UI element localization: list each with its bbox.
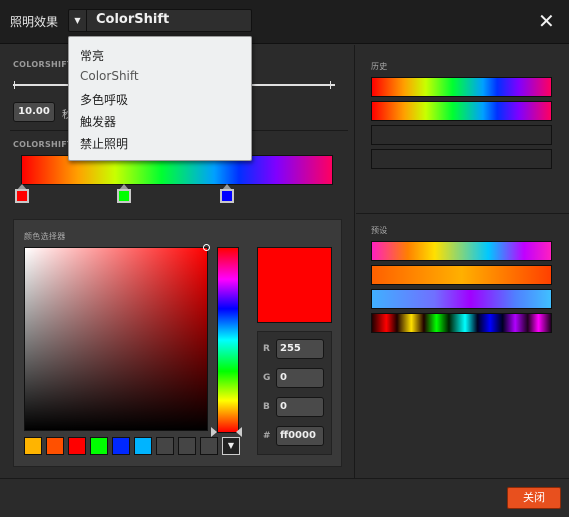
lighting-effect-title: 照明效果: [10, 15, 59, 29]
right-panel-divider: [356, 213, 569, 214]
history-slot-1[interactable]: [371, 77, 552, 97]
history-label: 历史: [371, 62, 388, 71]
blue-input[interactable]: 0: [276, 397, 324, 417]
menu-item-colorshift[interactable]: ColorShift: [80, 69, 139, 83]
colorshift-section-label: COLORSHIFT: [13, 60, 73, 69]
gradient-stop-blue[interactable]: [220, 184, 234, 204]
chevron-down-icon[interactable]: ▼: [69, 10, 87, 31]
history-slot-3[interactable]: [371, 125, 552, 145]
preset-ocean[interactable]: [371, 289, 552, 309]
hue-marker-left-icon[interactable]: [211, 427, 217, 437]
slider-max-tick: [330, 81, 331, 89]
palette-swatch[interactable]: [68, 437, 86, 455]
gradient-stop-green[interactable]: [117, 184, 131, 204]
green-label: G: [263, 373, 271, 383]
current-color-preview: [257, 247, 332, 323]
palette-swatch[interactable]: [134, 437, 152, 455]
palette-swatch[interactable]: [112, 437, 130, 455]
history-slot-4[interactable]: [371, 149, 552, 169]
color-cursor-handle[interactable]: [203, 244, 210, 251]
hue-marker-right-icon[interactable]: [236, 427, 242, 437]
red-input[interactable]: 255: [276, 339, 324, 359]
presets-label: 预设: [371, 226, 388, 235]
palette-swatch[interactable]: [200, 437, 218, 455]
speed-input[interactable]: 10.00: [13, 102, 55, 122]
slider-min-tick: [14, 81, 15, 89]
palette-swatch[interactable]: [90, 437, 108, 455]
palette-swatch[interactable]: [24, 437, 42, 455]
menu-item-trigger[interactable]: 触发器: [80, 113, 116, 130]
menu-item-breathing[interactable]: 多色呼吸: [80, 91, 128, 108]
green-input[interactable]: 0: [276, 368, 324, 388]
stop-swatch: [15, 189, 29, 203]
preset-fire[interactable]: [371, 265, 552, 285]
palette-swatch[interactable]: [156, 437, 174, 455]
menu-item-disable-lighting[interactable]: 禁止照明: [80, 135, 128, 152]
footer-bar: [0, 478, 569, 517]
hex-label: #: [263, 431, 271, 441]
saturation-value-area[interactable]: [24, 247, 208, 431]
preset-rainbow-pastel[interactable]: [371, 241, 552, 261]
hex-input[interactable]: ff0000: [276, 426, 324, 446]
close-button[interactable]: ✕: [538, 11, 555, 31]
preset-pulse[interactable]: [371, 313, 552, 333]
hue-slider[interactable]: [217, 247, 239, 433]
gradient-section-label: COLORSHIFT: [13, 140, 73, 149]
blue-label: B: [263, 402, 270, 412]
palette-swatch[interactable]: [46, 437, 64, 455]
menu-item-static[interactable]: 常亮: [80, 47, 104, 64]
effect-mode-value: ColorShift: [96, 12, 170, 27]
history-slot-2[interactable]: [371, 101, 552, 121]
red-label: R: [263, 344, 270, 354]
stop-swatch: [220, 189, 234, 203]
chevron-down-icon[interactable]: ▼: [222, 437, 240, 455]
stop-swatch: [117, 189, 131, 203]
gradient-stop-red[interactable]: [15, 184, 29, 204]
palette-swatch[interactable]: [178, 437, 196, 455]
effect-mode-menu: 常亮 ColorShift 多色呼吸 触发器 禁止照明: [68, 36, 252, 161]
close-footer-button[interactable]: 关闭: [507, 487, 561, 509]
effect-mode-select[interactable]: ▼ ColorShift: [68, 9, 252, 32]
color-picker-label: 颜色选择器: [24, 232, 66, 241]
